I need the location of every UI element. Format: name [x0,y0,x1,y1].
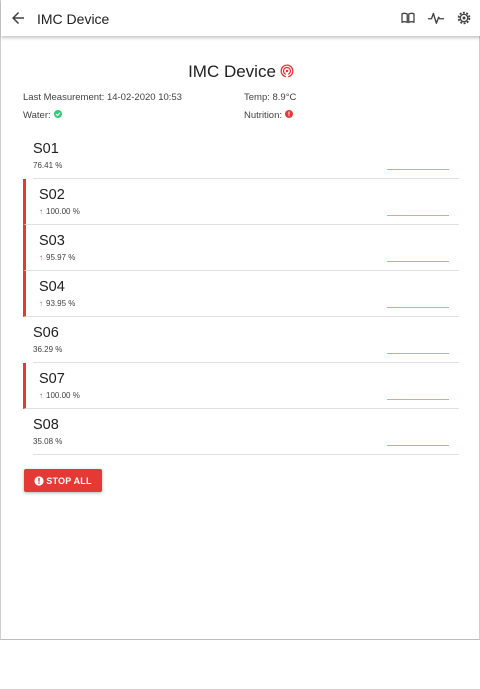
sensor-value: 76.41 % [33,161,63,170]
sensor-row-s06[interactable]: S06 36.29 % [33,317,459,363]
check-circle-icon [53,110,62,119]
water-status: Water: [23,110,62,121]
sensor-name: S01 [33,141,59,157]
arrow-up-icon: ↑ [39,253,43,262]
sensor-name: S02 [39,187,65,203]
stop-all-label: STOP ALL [46,475,92,486]
settings-icon[interactable] [455,9,473,27]
app-bar-title: IMC Device [37,11,110,27]
sensor-row-s02[interactable]: S02 ↑ 100.00 % [23,179,459,225]
sensor-name: S06 [33,325,59,341]
sensor-sparkline [387,261,449,262]
book-icon[interactable] [399,9,417,27]
app-bar-actions [399,9,473,27]
arrow-up-icon: ↑ [39,207,43,216]
sensor-value: 36.29 % [33,345,63,354]
sensor-value: ↑ 95.97 % [39,253,76,262]
nutrition-status: Nutrition: [244,110,294,121]
sensor-row-s01[interactable]: S01 76.41 % [33,133,459,179]
last-measurement: Last Measurement: 14-02-2020 10:53 [23,92,182,103]
sensor-list: S01 76.41 % S02 ↑ 100.00 % S03 ↑ 95.97 % S… [23,133,459,455]
sensor-name: S03 [39,233,65,249]
sensor-row-s08[interactable]: S08 35.08 % [33,409,459,455]
stop-all-button[interactable]: STOP ALL [24,469,102,492]
back-arrow-icon[interactable] [9,9,27,27]
sensor-value: ↑ 100.00 % [39,391,80,400]
sensor-value: ↑ 93.95 % [39,299,76,308]
water-label: Water: [23,110,51,121]
temperature: Temp: 8.9°C [244,92,297,103]
sensor-value: 35.08 % [33,437,63,446]
activity-icon[interactable] [427,9,445,27]
device-header: IMC Device [1,62,480,82]
sensor-name: S08 [33,417,59,433]
alert-circle-icon [34,475,44,486]
arrow-up-icon: ↑ [39,391,43,400]
sensor-sparkline [387,215,449,216]
sensor-name: S04 [39,279,65,295]
error-circle-icon [285,110,294,119]
sensor-row-s07[interactable]: S07 ↑ 100.00 % [23,363,459,409]
sensor-sparkline [387,399,449,400]
sensor-row-s03[interactable]: S03 ↑ 95.97 % [23,225,459,271]
sensor-sparkline [387,307,449,308]
arrow-up-icon: ↑ [39,299,43,308]
sensor-sparkline [387,169,449,170]
app-frame: IMC Device IMC Device Last Measurement: … [0,0,480,640]
device-title: IMC Device [188,62,276,81]
app-bar: IMC Device [1,0,480,36]
sensor-row-s04[interactable]: S04 ↑ 93.95 % [23,271,459,317]
sensor-value: ↑ 100.00 % [39,207,80,216]
sensor-sparkline [387,353,449,354]
wifi-icon [280,63,294,78]
sensor-name: S07 [39,371,65,387]
sensor-sparkline [387,445,449,446]
nutrition-label: Nutrition: [244,110,283,121]
